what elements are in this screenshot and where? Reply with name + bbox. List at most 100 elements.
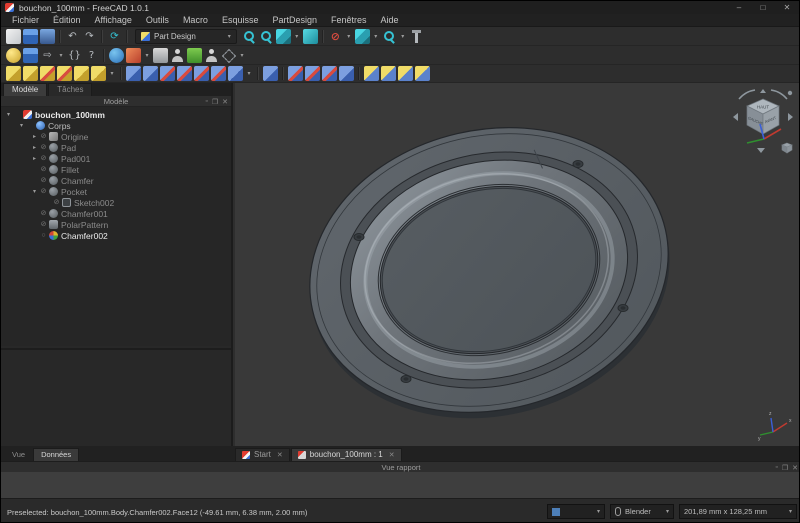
tree-item-pocket[interactable]: ▾ ⊘ Pocket (1, 186, 231, 197)
panel-title-bar[interactable]: Modèle ▫ ❐ ✕ (1, 96, 231, 107)
close-button[interactable]: ✕ (775, 1, 799, 14)
expander-icon[interactable]: ▾ (4, 111, 13, 118)
save-icon[interactable] (40, 29, 55, 44)
tree-item-fillet[interactable]: ⊘ Fillet (1, 164, 231, 175)
menu-fichier[interactable]: Fichier (5, 14, 46, 27)
menu-esquisse[interactable]: Esquisse (215, 14, 266, 27)
fit-selection-icon[interactable] (259, 29, 274, 44)
menu-affichage[interactable]: Affichage (88, 14, 139, 27)
draw-style-icon[interactable]: ⊘ (328, 29, 343, 44)
fillet-icon[interactable] (288, 66, 303, 81)
dock-panel-icon[interactable]: ❐ (212, 98, 218, 106)
selection-view-icon[interactable] (382, 29, 397, 44)
navigation-cube[interactable]: HAUT GAUCHE AVANT (731, 87, 795, 159)
boolean-icon[interactable] (263, 66, 278, 81)
thickness-icon[interactable] (339, 66, 354, 81)
additive-pipe-icon[interactable] (57, 66, 72, 81)
export-icon[interactable]: ⇨ (40, 48, 55, 63)
whats-this-icon[interactable]: ? (84, 48, 99, 63)
draft-icon[interactable] (322, 66, 337, 81)
mirrored-icon[interactable] (381, 66, 396, 81)
image-export-icon[interactable] (126, 48, 141, 63)
polar-pattern-icon[interactable] (398, 66, 413, 81)
additive-helix-icon[interactable] (74, 66, 89, 81)
float-panel-icon[interactable]: ▫ (775, 464, 777, 471)
sync-view-icon[interactable] (303, 29, 318, 44)
subtractive-helix-icon[interactable] (211, 66, 226, 81)
tree-item-corps[interactable]: ▾ Corps (1, 120, 231, 131)
wireframe-style-icon[interactable] (221, 48, 236, 63)
material-icon[interactable] (187, 48, 202, 63)
subtractive-pipe-icon[interactable] (194, 66, 209, 81)
group-folder-icon[interactable] (23, 48, 38, 63)
additive-loft-icon[interactable] (40, 66, 55, 81)
hole-icon[interactable] (143, 66, 158, 81)
expander-icon[interactable]: ▾ (30, 188, 39, 195)
menu-outils[interactable]: Outils (139, 14, 176, 27)
tab-start[interactable]: Start ✕ (235, 448, 290, 461)
expander-icon[interactable]: ▸ (30, 144, 39, 151)
nav-cube-top-label[interactable]: HAUT (757, 105, 770, 110)
tree-item-bouchon-100mm[interactable]: ▾ bouchon_100mm (1, 109, 231, 120)
tree-item-pad001[interactable]: ▸ ⊘ Pad001 (1, 153, 231, 164)
model-bouchon[interactable] (235, 83, 800, 446)
tab-vue[interactable]: Vue (5, 449, 32, 461)
menu-aide[interactable]: Aide (374, 14, 406, 27)
tree-item-polarpattern[interactable]: ⊘ PolarPattern (1, 219, 231, 230)
menu-edition[interactable]: Édition (46, 14, 88, 27)
menu-partdesign[interactable]: PartDesign (265, 14, 324, 27)
isometric-view-icon[interactable] (276, 29, 291, 44)
additive-primitive-icon[interactable] (91, 66, 106, 81)
web-help-icon[interactable] (109, 48, 124, 63)
unit-system-dropdown[interactable]: ▾ (547, 504, 605, 519)
appearance-icon[interactable] (6, 48, 21, 63)
measure-icon[interactable] (409, 29, 424, 44)
undo-icon[interactable]: ↶ (65, 29, 80, 44)
tree-item-sketch002[interactable]: ⊘ Sketch002 (1, 197, 231, 208)
workbench-selector[interactable]: Part Design ▾ (135, 29, 237, 44)
open-file-icon[interactable] (23, 29, 38, 44)
report-view-header[interactable]: Vue rapport ▫ ❐ ✕ (1, 461, 800, 472)
close-panel-icon[interactable]: ✕ (792, 464, 798, 472)
clipping-plane-icon[interactable] (355, 29, 370, 44)
multitransform-icon[interactable] (415, 66, 430, 81)
redo-icon[interactable]: ↷ (82, 29, 97, 44)
expander-icon[interactable]: ▸ (30, 155, 39, 162)
tab-donnees[interactable]: Données (33, 448, 79, 461)
dock-panel-icon[interactable]: ❐ (782, 464, 788, 472)
new-file-icon[interactable] (6, 29, 21, 44)
maximize-button[interactable]: □ (751, 1, 775, 14)
float-panel-icon[interactable]: ▫ (205, 98, 207, 105)
navigation-style-dropdown[interactable]: Blender ▾ (610, 504, 674, 519)
tree-item-chamfer[interactable]: ⊘ Chamfer (1, 175, 231, 186)
macro-record-icon[interactable]: {} (67, 48, 82, 63)
minimize-button[interactable]: – (727, 1, 751, 14)
fit-all-icon[interactable] (242, 29, 257, 44)
linear-pattern-icon[interactable] (364, 66, 379, 81)
pocket-icon[interactable] (126, 66, 141, 81)
user-icon[interactable] (170, 48, 185, 63)
groove-icon[interactable] (160, 66, 175, 81)
close-tab-icon[interactable]: ✕ (389, 451, 395, 459)
tree-item-chamfer001[interactable]: ⊘ Chamfer001 (1, 208, 231, 219)
tab-modele[interactable]: Modèle (3, 83, 47, 96)
pad-icon[interactable] (6, 66, 21, 81)
3d-viewport[interactable]: HAUT GAUCHE AVANT x y z (235, 83, 800, 446)
document-info-icon[interactable] (153, 48, 168, 63)
revolution-icon[interactable] (23, 66, 38, 81)
menu-macro[interactable]: Macro (176, 14, 215, 27)
tree-item-origine[interactable]: ▸ ⊘ Origine (1, 131, 231, 142)
view-dimensions-dropdown[interactable]: 201,89 mm x 128,25 mm ▾ (679, 504, 797, 519)
chamfer-icon[interactable] (305, 66, 320, 81)
expander-icon[interactable]: ▸ (30, 133, 39, 140)
close-panel-icon[interactable]: ✕ (222, 98, 228, 106)
subtractive-loft-icon[interactable] (177, 66, 192, 81)
appearance-ghost-icon[interactable] (204, 48, 219, 63)
subtractive-primitive-icon[interactable] (228, 66, 243, 81)
tree-item-chamfer002[interactable]: ○ Chamfer002 (1, 230, 231, 241)
close-tab-icon[interactable]: ✕ (277, 451, 283, 459)
tab-bouchon-100mm[interactable]: bouchon_100mm : 1 ✕ (291, 448, 402, 461)
tab-taches[interactable]: Tâches (48, 83, 92, 96)
expander-icon[interactable]: ▾ (17, 122, 26, 129)
tree-item-pad[interactable]: ▸ ⊘ Pad (1, 142, 231, 153)
